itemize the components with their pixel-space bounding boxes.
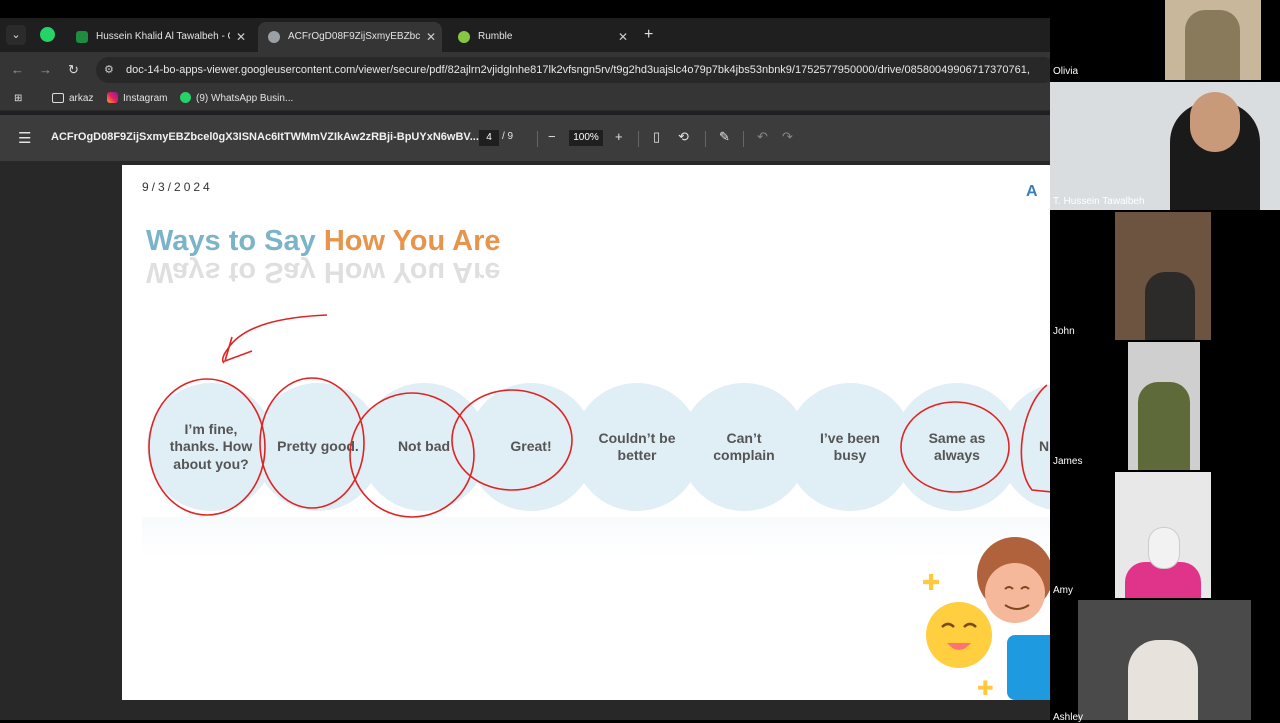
forward-icon[interactable]: → [39,62,52,78]
tab-label: Hussein Khalid Al Tawalbeh - Go [96,31,230,42]
zoom-in-icon[interactable]: + [615,128,623,146]
new-tab-button[interactable]: + [644,26,653,44]
address-bar: ← → ↻ ⚙ doc-14-bo-apps-viewer.googleuser… [0,52,1050,88]
title-part-2: How You Are [323,225,501,257]
back-icon[interactable]: ← [11,62,24,78]
zoom-input[interactable]: 100% [569,130,603,146]
participant-tile-amy[interactable] [1115,472,1211,598]
fit-page-icon[interactable]: ▯ [653,128,660,146]
participant-video [1128,640,1198,720]
participant-tile-john[interactable] [1115,212,1211,340]
sparkle-icon: ✚ [977,676,994,700]
participant-name: Amy [1053,585,1073,596]
slide-title: Ways to Say How You Are [146,225,501,258]
participant-tile-james[interactable] [1128,342,1200,470]
participant-name: James [1053,456,1083,467]
divider [638,131,639,147]
tab-sheets[interactable]: Hussein Khalid Al Tawalbeh - Go ✕ [66,22,252,52]
menu-icon[interactable]: ☰ [18,129,31,147]
whatsapp-pinned-tab[interactable] [40,27,55,42]
participant-name: T. Hussein Tawalbeh [1053,196,1145,207]
tab-rumble[interactable]: Rumble ✕ [448,22,634,52]
top-strip [0,0,1050,18]
rumble-icon [458,31,470,43]
sparkle-icon: ✚ [922,571,940,596]
bookmark-arkaz[interactable]: arkaz [52,91,93,107]
whatsapp-icon [180,92,191,103]
redo-icon[interactable]: ↷ [782,128,793,146]
folder-icon [52,93,64,103]
kid-face [985,563,1045,623]
kid-illustration: ✚ ✚ [922,537,1050,700]
participant-name: Ashley [1053,712,1084,723]
participant-video [1185,10,1240,80]
pdf-toolbar: ☰ ACFrOgD08F9ZijSxmyEBZbcel0gX3ISNAc6ItT… [0,115,1050,161]
reload-icon[interactable]: ↻ [68,62,79,78]
apps-icon[interactable]: ⊞ [14,91,22,107]
bookmarks-bar: ⊞ arkaz Instagram (9) WhatsApp Busin... [0,88,1050,111]
globe-icon [268,31,280,43]
video-call-sidebar: Olivia T. Hussein Tawalbeh John James Am… [1050,0,1280,723]
sheets-icon [76,31,88,43]
zoom-out-icon[interactable]: − [548,128,556,146]
omnibox[interactable]: ⚙ doc-14-bo-apps-viewer.googleuserconten… [96,57,1050,83]
instagram-icon [107,92,118,103]
close-icon[interactable]: ✕ [236,22,246,52]
page-total: / 9 [502,131,514,142]
participant-name: John [1053,326,1075,337]
tab-label: Rumble [478,31,513,42]
participant-video [1138,382,1190,470]
bookmark-whatsapp[interactable]: (9) WhatsApp Busin... [180,91,293,107]
pdf-page: 9/3/2024 Ways to Say How You Are Ways to… [122,165,1050,700]
page-number-input[interactable]: 4 [479,130,499,146]
undo-icon[interactable]: ↶ [757,128,768,146]
phrase-circle: N [999,383,1050,511]
site-info-icon[interactable]: ⚙ [104,63,114,76]
browser-window: ⌄ Hussein Khalid Al Tawalbeh - Go ✕ ACFr… [0,0,1050,720]
title-reflection: Ways to Say How You Are [146,256,501,288]
tab-pdf[interactable]: ACFrOgD08F9ZijSxmyEBZbcel0gX3 ✕ [258,22,442,52]
tab-bar: ⌄ Hussein Khalid Al Tawalbeh - Go ✕ ACFr… [0,18,1050,52]
ink-arrow [221,314,328,364]
rotate-icon[interactable]: ⟲ [678,128,689,146]
participant-video [1145,272,1195,340]
participant-tile-hussein[interactable]: T. Hussein Tawalbeh [1050,82,1280,210]
divider [705,131,706,147]
title-part-1: Ways to Say [146,225,324,257]
annotate-icon[interactable]: ✎ [719,128,730,146]
participant-name: Olivia [1053,66,1079,77]
bookmark-instagram[interactable]: Instagram [107,91,167,107]
divider [537,131,538,147]
url-text[interactable]: doc-14-bo-apps-viewer.googleusercontent.… [126,57,1030,83]
divider [743,131,744,147]
smiley-emoji [926,602,992,668]
tab-search-button[interactable]: ⌄ [6,25,26,45]
kid-shirt [1007,635,1050,700]
tab-label: ACFrOgD08F9ZijSxmyEBZbcel0gX3 [288,31,420,42]
ink-arrow-head [223,336,253,363]
close-icon[interactable]: ✕ [426,22,436,52]
participant-tile-olivia[interactable] [1165,0,1261,80]
pdf-filename: ACFrOgD08F9ZijSxmyEBZbcel0gX3ISNAc6ItTWM… [51,131,479,143]
close-icon[interactable]: ✕ [618,22,628,52]
participant-tile-ashley[interactable] [1078,600,1251,720]
brand-logo: A [1026,183,1038,200]
slide-date: 9/3/2024 [142,180,213,194]
